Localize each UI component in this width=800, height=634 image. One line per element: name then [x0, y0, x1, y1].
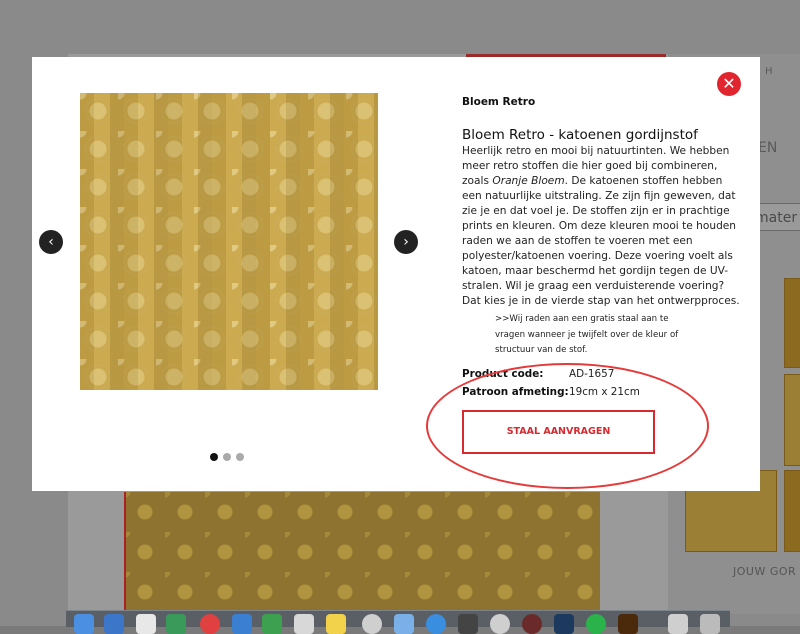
background-fabric-preview: [125, 492, 600, 612]
product-image: [80, 93, 378, 390]
app-icon[interactable]: [232, 614, 252, 634]
maps-icon[interactable]: [166, 614, 186, 634]
carousel-dot[interactable]: [236, 453, 244, 461]
product-title: Bloem Retro - katoenen gordijnstof: [462, 127, 698, 143]
spotify-icon[interactable]: [586, 614, 606, 634]
chrome-icon[interactable]: [200, 614, 220, 634]
photoshop-icon[interactable]: [554, 614, 574, 634]
notes-icon[interactable]: [326, 614, 346, 634]
background-swatch: [784, 470, 800, 552]
carousel-dots: [210, 446, 249, 465]
background-jouw-label: JOUW GOR: [733, 565, 797, 578]
close-icon[interactable]: ✕: [717, 72, 741, 96]
highlight-annotation: [426, 363, 709, 489]
background-heading-text: EN: [758, 140, 778, 156]
app-icon[interactable]: [458, 614, 478, 634]
product-description: Heerlijk retro en mooi bij natuurtinten.…: [462, 145, 740, 307]
linked-product-name: Oranje Bloem: [492, 175, 565, 187]
system-icon[interactable]: [362, 614, 382, 634]
carousel-dot[interactable]: [210, 453, 218, 461]
sample-note: >>Wij raden aan een gratis staal aan te …: [495, 314, 679, 355]
background-tab-text: H: [765, 66, 773, 77]
app-icon[interactable]: [262, 614, 282, 634]
finder-icon[interactable]: [74, 614, 94, 634]
modal-header-title: Bloem Retro: [462, 96, 536, 108]
background-red-line: [124, 492, 126, 612]
background-swatch: [784, 278, 800, 368]
preview-icon[interactable]: [394, 614, 414, 634]
app-icon[interactable]: [668, 614, 688, 634]
calendar-icon[interactable]: [136, 614, 156, 634]
app-icon[interactable]: [294, 614, 314, 634]
background-swatch: [784, 374, 800, 466]
trash-icon[interactable]: [700, 614, 720, 634]
app-icon[interactable]: [522, 614, 542, 634]
carousel-dot[interactable]: [223, 453, 231, 461]
chevron-left-icon[interactable]: ‹: [39, 230, 63, 254]
chevron-right-icon[interactable]: ›: [394, 230, 418, 254]
app-icon[interactable]: [104, 614, 124, 634]
safari-icon[interactable]: [426, 614, 446, 634]
illustrator-icon[interactable]: [618, 614, 638, 634]
app-icon[interactable]: [490, 614, 510, 634]
mac-dock: [66, 610, 730, 634]
